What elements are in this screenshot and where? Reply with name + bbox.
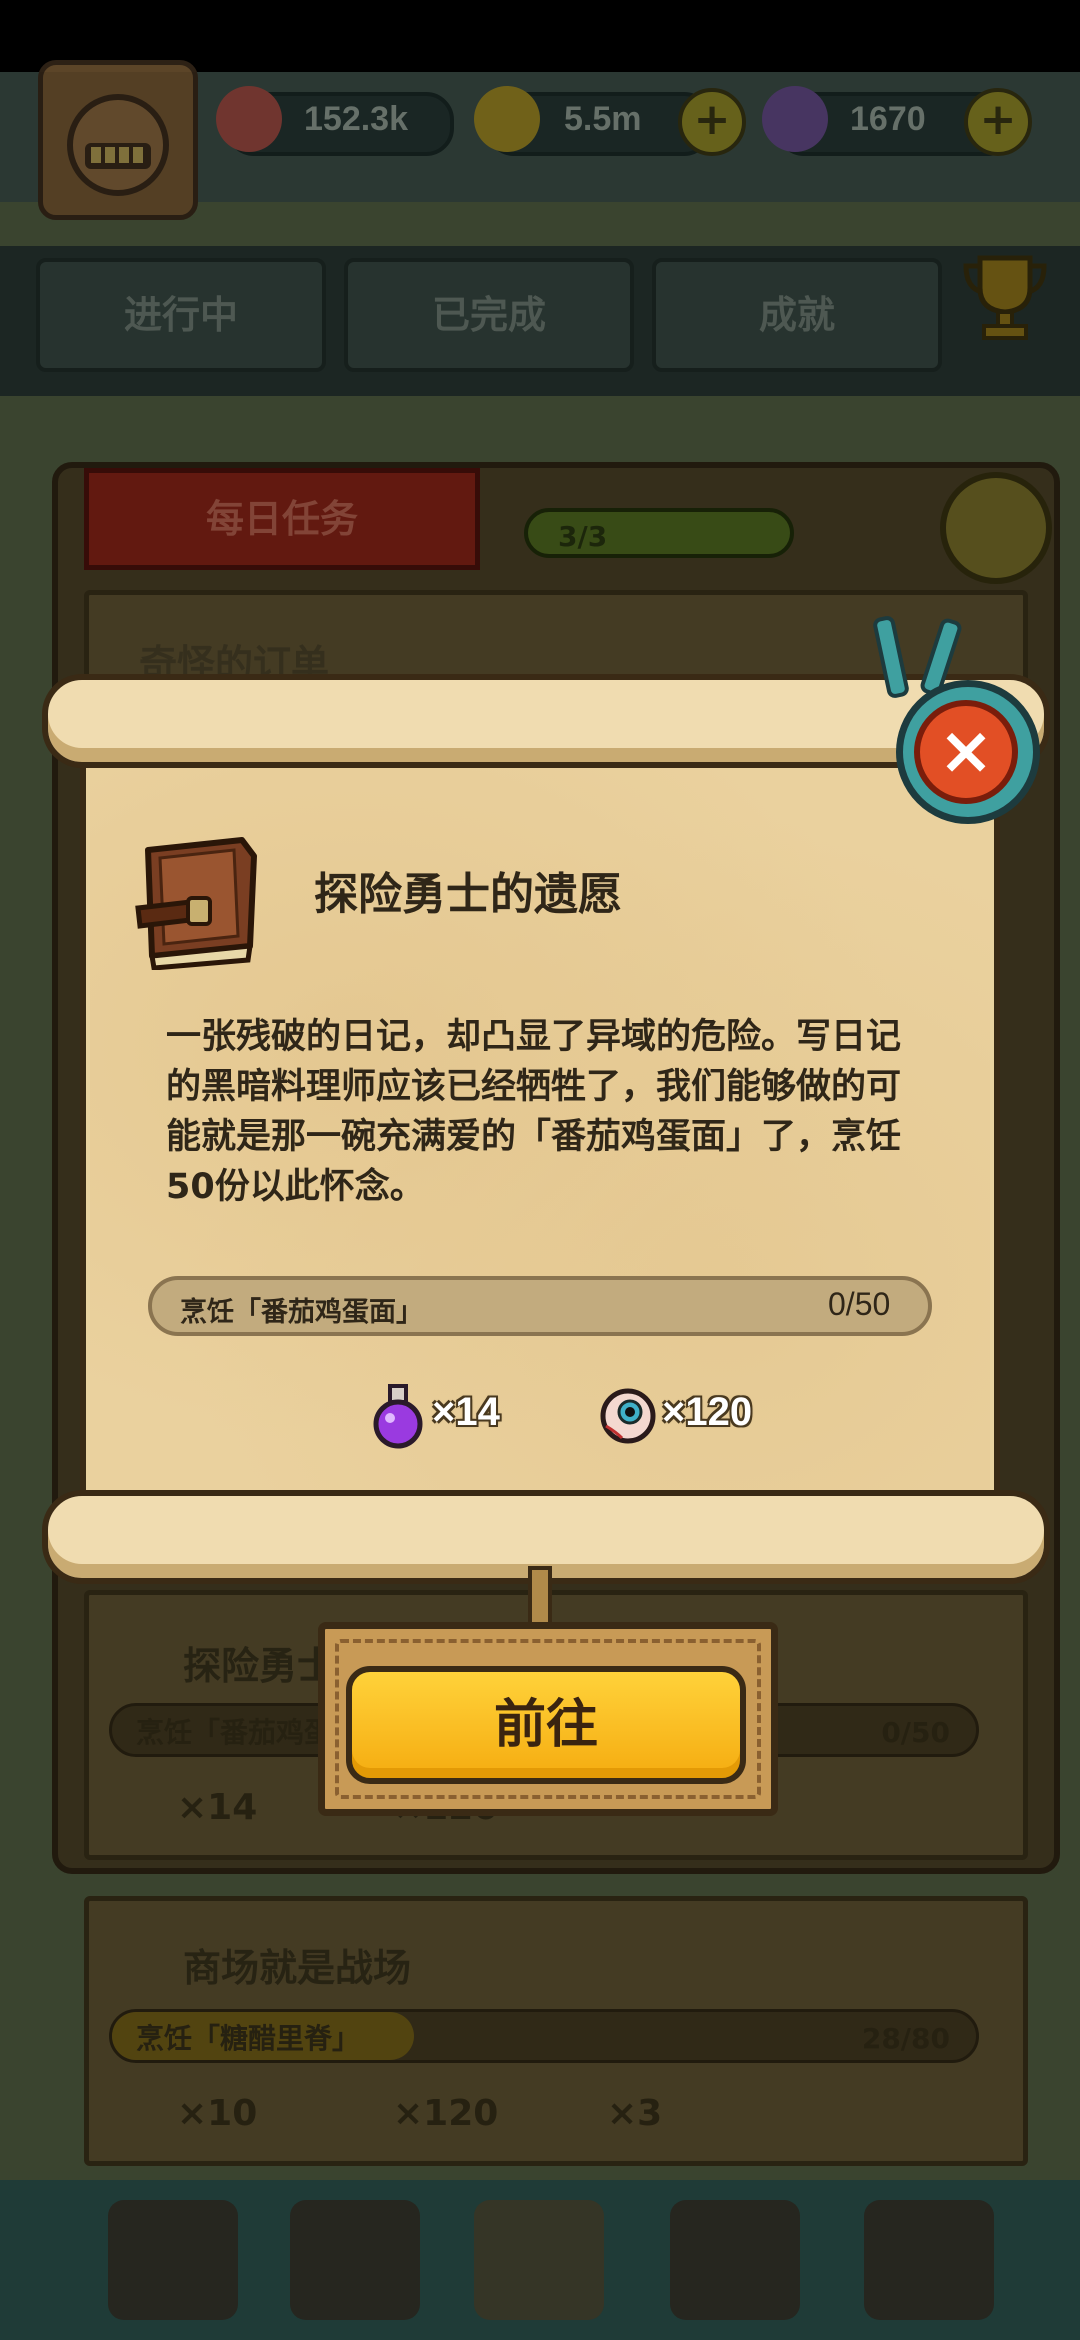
dialog-description: 一张残破的日记，却凸显了异域的危险。写日记的黑暗料理师应该已经牺牲了，我们能够做… <box>166 1017 902 1207</box>
dialog-progress-label: 烹饪「番茄鸡蛋面」 <box>180 1297 423 1328</box>
dialog-title: 探险勇士的遗愿 <box>314 869 622 920</box>
dialog-progress-value: 0/50 <box>828 1286 891 1322</box>
reward-eyeball-count: ×120 <box>662 1390 753 1434</box>
reward-potion-count: ×14 <box>432 1390 500 1434</box>
go-button[interactable]: 前往 <box>346 1666 746 1784</box>
potion-icon <box>368 1382 428 1450</box>
close-icon[interactable]: × <box>914 700 1018 804</box>
eyeball-icon <box>598 1386 658 1446</box>
book-icon <box>130 828 272 971</box>
